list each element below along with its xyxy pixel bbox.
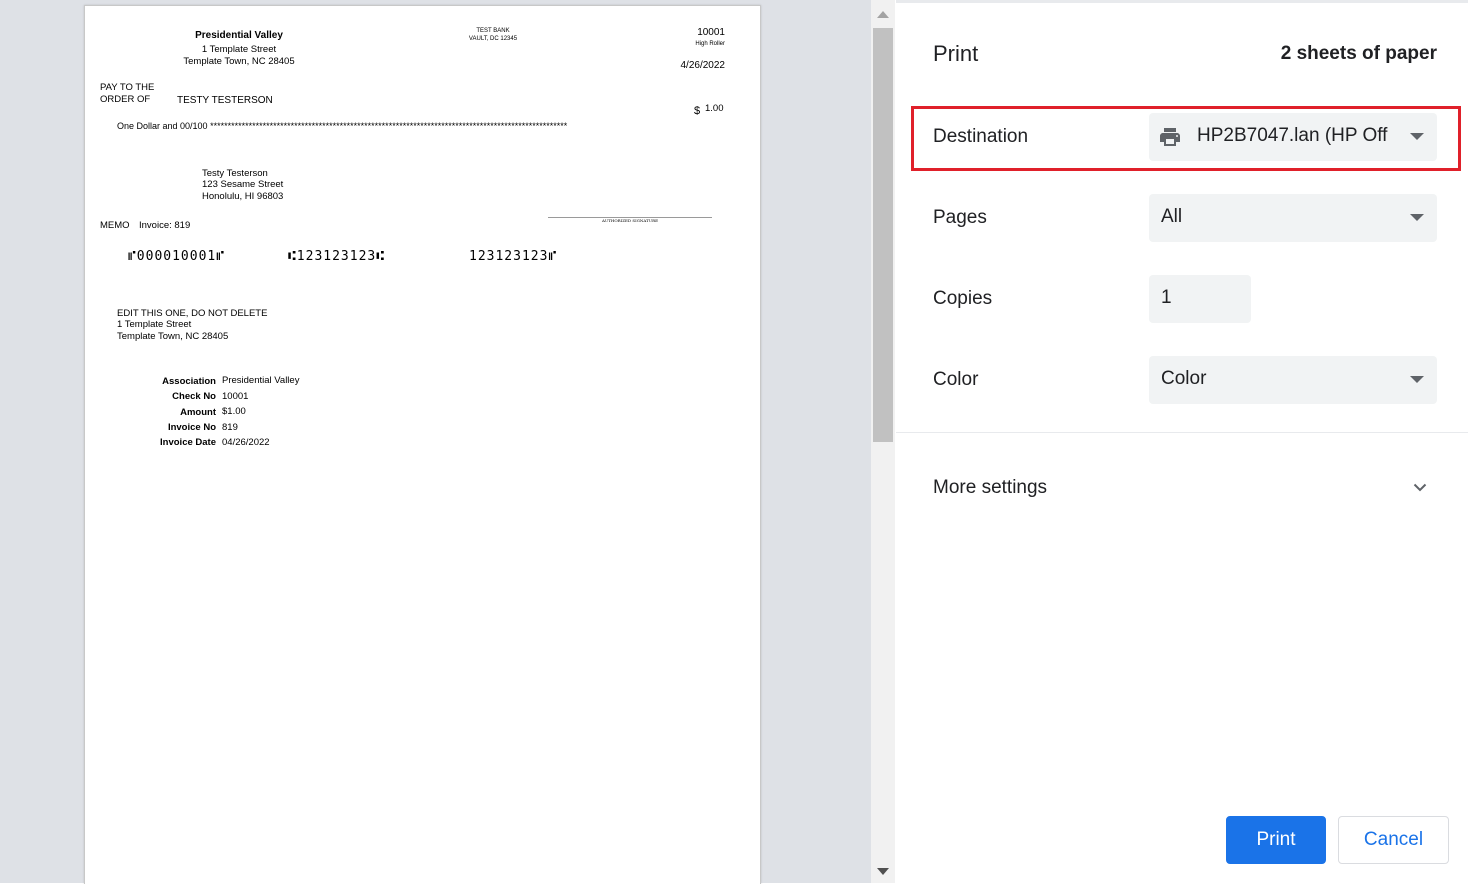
dropdown-arrow-icon xyxy=(1410,376,1424,383)
color-select[interactable]: Color xyxy=(1149,356,1437,404)
memo-label: MEMO xyxy=(100,220,130,231)
dollar-sign: $ xyxy=(694,105,701,117)
association-street: 1 Template Street xyxy=(201,44,277,55)
copies-value: 1 xyxy=(1161,287,1172,308)
more-settings-label: More settings xyxy=(933,477,1048,498)
detail-label: Invoice No xyxy=(167,422,216,433)
stub-street: 1 Template Street xyxy=(117,319,192,330)
print-preview-pane: Presidential Valley 1 Template Street Te… xyxy=(0,0,871,884)
micr-account-number: 123123123⑈ xyxy=(469,249,558,264)
chevron-down-icon xyxy=(1413,483,1427,492)
memo-value: Invoice: 819 xyxy=(139,220,191,231)
scroll-thumb[interactable] xyxy=(873,28,893,442)
detail-value: Presidential Valley xyxy=(222,375,300,386)
payee-name: Testy Testerson xyxy=(202,168,268,179)
micr-routing-number: ⑆123123123⑆ xyxy=(288,249,386,264)
pages-value: All xyxy=(1161,206,1183,227)
color-label: Color xyxy=(933,369,979,390)
association-city: Template Town, NC 28405 xyxy=(183,56,295,67)
bank-city: VAULT, DC 12345 xyxy=(468,36,518,42)
signature-label: AUTHORIZED SIGNATURE xyxy=(601,218,659,223)
more-settings-toggle[interactable]: More settings xyxy=(896,463,1468,513)
association-name: Presidential Valley xyxy=(195,30,283,41)
pages-select[interactable]: All xyxy=(1149,194,1437,242)
stub-title: EDIT THIS ONE, DO NOT DELETE xyxy=(117,308,268,319)
account-note: High Roller xyxy=(695,41,725,47)
payee-street: 123 Sesame Street xyxy=(202,179,284,190)
check-number: 10001 xyxy=(697,27,725,38)
detail-label: Check No xyxy=(172,391,216,402)
order-of-label: ORDER OF xyxy=(100,94,151,105)
detail-label: Amount xyxy=(180,407,216,418)
cancel-button[interactable]: Cancel xyxy=(1338,816,1449,864)
color-value: Color xyxy=(1161,368,1207,389)
stub-city: Template Town, NC 28405 xyxy=(117,331,229,342)
pay-to-label: PAY TO THE xyxy=(100,82,155,93)
bank-name: TEST BANK xyxy=(476,28,510,34)
scroll-up-arrow-icon[interactable] xyxy=(877,11,889,18)
print-button[interactable]: Print xyxy=(1226,816,1326,864)
micr-check-number: ⑈000010001⑈ xyxy=(128,249,226,264)
payee-city: Honolulu, HI 96803 xyxy=(202,191,284,202)
payee: TESTY TESTERSON xyxy=(177,95,273,106)
amount-in-words: One Dollar and 00/100 ******************… xyxy=(117,122,568,131)
detail-label: Invoice Date xyxy=(160,437,216,448)
detail-value: 10001 xyxy=(222,391,249,402)
copies-input[interactable]: 1 xyxy=(1149,275,1251,323)
section-divider xyxy=(896,432,1468,433)
check-date: 4/26/2022 xyxy=(680,60,726,71)
detail-value: 819 xyxy=(222,422,238,433)
print-settings-panel: Print 2 sheets of paper Destination HP2B… xyxy=(896,0,1468,883)
preview-scrollbar[interactable] xyxy=(871,0,895,883)
scroll-down-arrow-icon[interactable] xyxy=(877,868,889,875)
detail-label: Association xyxy=(162,376,216,387)
destination-highlight-box xyxy=(911,106,1461,171)
pages-label: Pages xyxy=(933,207,987,228)
detail-value: $1.00 xyxy=(222,406,246,417)
check-page-preview: Presidential Valley 1 Template Street Te… xyxy=(84,5,761,884)
print-dialog-title: Print xyxy=(933,41,979,66)
sheet-count: 2 sheets of paper xyxy=(1280,43,1437,64)
amount-numeric: 1.00 xyxy=(705,103,724,114)
copies-label: Copies xyxy=(933,288,993,309)
detail-value: 04/26/2022 xyxy=(222,437,270,448)
dropdown-arrow-icon xyxy=(1410,214,1424,221)
